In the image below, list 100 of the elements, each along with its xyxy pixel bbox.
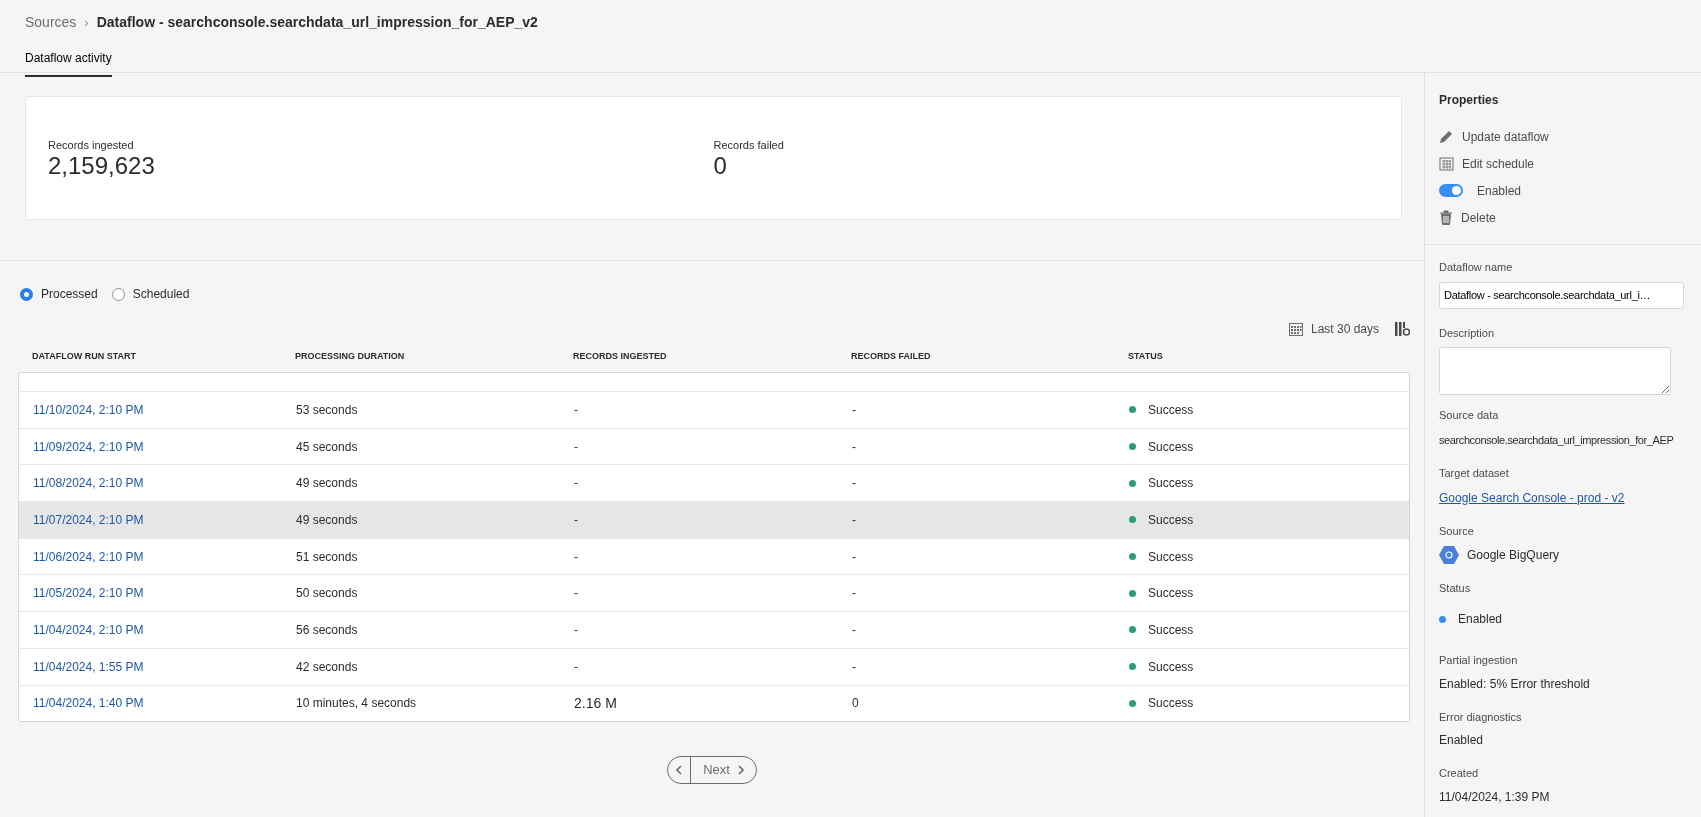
table-cell-text: 45 seconds bbox=[296, 438, 359, 456]
table-cell-text: - bbox=[574, 401, 579, 419]
toggle-label: Enabled bbox=[1477, 182, 1522, 200]
summary-value: 0 bbox=[713, 153, 728, 180]
table-cell-text: 2.16 M bbox=[574, 693, 618, 713]
action-button[interactable]: Update dataflow bbox=[1439, 123, 1549, 150]
field-value: Enabled bbox=[1439, 732, 1485, 749]
table-row[interactable]: 11/07/2024, 2:10 PM 49 seconds - - Success bbox=[19, 501, 1409, 538]
status-text: Success bbox=[1148, 475, 1194, 493]
status-text: Enabled bbox=[1458, 611, 1503, 628]
table-row[interactable]: 11/04/2024, 1:55 PM 42 seconds - - Success bbox=[19, 647, 1409, 685]
column-header[interactable]: RECORDS FAILED bbox=[851, 350, 1128, 364]
field-label: Created bbox=[1439, 766, 1480, 781]
table-cell-text: 0 bbox=[852, 695, 860, 713]
action-button[interactable]: Edit schedule bbox=[1439, 150, 1535, 177]
description-field[interactable] bbox=[1439, 347, 1671, 395]
table-cell-text: 56 seconds bbox=[296, 621, 359, 639]
page-title: Dataflow - searchconsole.searchdata_url_impression_for_AEP_v2 bbox=[96, 13, 538, 32]
table-row[interactable]: 11/09/2024, 2:10 PM 45 seconds - - Success bbox=[19, 427, 1409, 465]
name-field[interactable]: Dataflow - searchconsole.searchdata_url_i… bbox=[1439, 281, 1684, 309]
table-cell-text: - bbox=[852, 511, 857, 529]
calendar-icon bbox=[1288, 322, 1303, 336]
table-cell-text: - bbox=[574, 475, 579, 493]
table-row[interactable]: 11/05/2024, 2:10 PM 50 seconds - - Success bbox=[19, 574, 1409, 612]
table-cell-text: 10 minutes, 4 seconds bbox=[296, 695, 418, 713]
breadcrumb-link[interactable]: Sources bbox=[25, 12, 77, 33]
next-page-button[interactable]: Next bbox=[691, 757, 756, 784]
column-settings-icon[interactable] bbox=[1395, 322, 1410, 336]
radio-label[interactable]: Processed bbox=[41, 285, 98, 303]
dataset-link[interactable]: Google Search Console - prod - v2 bbox=[1439, 488, 1625, 507]
run-start-link[interactable]: 11/07/2024, 2:10 PM bbox=[19, 510, 296, 529]
status-text: Success bbox=[1148, 621, 1194, 639]
field-label: Partial ingestion bbox=[1439, 653, 1519, 668]
table-cell-text: 49 seconds bbox=[296, 511, 359, 529]
tab[interactable]: Dataflow activity bbox=[25, 39, 112, 77]
field-label: Source data bbox=[1439, 408, 1500, 423]
action-button[interactable]: Delete bbox=[1439, 204, 1496, 231]
status-text: Success bbox=[1148, 438, 1194, 456]
table-cell-text: - bbox=[852, 585, 857, 603]
run-start-link[interactable]: 11/09/2024, 2:10 PM bbox=[19, 437, 296, 456]
table-cell-text: 51 seconds bbox=[296, 548, 359, 566]
chevron-left-icon bbox=[676, 765, 683, 776]
table-cell-text: - bbox=[852, 438, 857, 456]
chevron-right-icon bbox=[737, 765, 744, 776]
status-text: Success bbox=[1148, 585, 1194, 603]
field-value: searchconsole.searchdata_url_impression_for_AEP bbox=[1439, 432, 1674, 448]
summary-label: Records ingested bbox=[48, 137, 135, 153]
field-label: Error diagnostics bbox=[1439, 709, 1523, 725]
status-text: Success bbox=[1148, 401, 1194, 419]
run-start-link[interactable]: 11/04/2024, 1:55 PM bbox=[19, 657, 296, 676]
table-cell-text: - bbox=[852, 621, 857, 639]
status-text: Success bbox=[1148, 658, 1194, 676]
date-range-button[interactable]: Last 30 days bbox=[1310, 320, 1379, 338]
table-cell-text: - bbox=[574, 511, 579, 529]
table-cell-text: - bbox=[574, 438, 579, 456]
field-label: Description bbox=[1439, 325, 1496, 341]
table-cell-text: - bbox=[574, 585, 579, 603]
run-start-link[interactable]: 11/08/2024, 2:10 PM bbox=[19, 474, 296, 493]
field-value: 11/04/2024, 1:39 PM bbox=[1439, 788, 1551, 806]
column-header[interactable]: RECORDS INGESTED bbox=[573, 350, 851, 364]
column-header[interactable]: DATAFLOW RUN START bbox=[18, 350, 295, 364]
field-value: Enabled: 5% Error threshold bbox=[1439, 675, 1591, 693]
field-label: Status bbox=[1439, 580, 1472, 596]
breadcrumb-separator: › bbox=[84, 13, 89, 32]
radio-label[interactable]: Scheduled bbox=[132, 285, 190, 303]
table-cell-text: 49 seconds bbox=[296, 475, 359, 493]
table-cell-text: 53 seconds bbox=[296, 401, 359, 419]
run-start-link[interactable]: 11/04/2024, 2:10 PM bbox=[19, 620, 296, 639]
table-row[interactable]: 11/04/2024, 1:40 PM 10 minutes, 4 seconds 2.16 M 0 Success bbox=[19, 684, 1409, 722]
status-text: Success bbox=[1148, 511, 1194, 529]
table-cell-text: - bbox=[852, 658, 857, 676]
radio-button[interactable] bbox=[20, 287, 33, 301]
radio-button[interactable] bbox=[111, 287, 125, 301]
column-header[interactable]: STATUS bbox=[1128, 350, 1410, 364]
table-row[interactable]: 11/10/2024, 2:10 PM 53 seconds - - Success bbox=[19, 391, 1409, 428]
table-cell-text: - bbox=[852, 401, 857, 419]
field-label: Source bbox=[1439, 524, 1475, 539]
table-row[interactable]: 11/06/2024, 2:10 PM 51 seconds - - Success bbox=[19, 537, 1409, 575]
field-label: Target dataset bbox=[1439, 466, 1510, 481]
run-start-link[interactable]: 11/10/2024, 2:10 PM bbox=[19, 400, 296, 419]
calendar-icon bbox=[1439, 156, 1454, 171]
status-text: Success bbox=[1148, 695, 1194, 713]
run-start-link[interactable]: 11/06/2024, 2:10 PM bbox=[19, 547, 296, 566]
hexagon-icon bbox=[1439, 545, 1459, 564]
table-row[interactable]: 11/04/2024, 2:10 PM 56 seconds - - Success bbox=[19, 611, 1409, 648]
table-cell-text: - bbox=[852, 475, 857, 493]
run-start-link[interactable]: 11/05/2024, 2:10 PM bbox=[19, 584, 296, 603]
summary-label: Records failed bbox=[713, 137, 785, 153]
run-start-link[interactable]: 11/04/2024, 1:40 PM bbox=[19, 694, 296, 713]
table-cell-text: - bbox=[574, 658, 579, 676]
table-cell-text: - bbox=[574, 621, 579, 639]
column-header[interactable]: PROCESSING DURATION bbox=[295, 350, 573, 364]
field-label: Dataflow name bbox=[1439, 260, 1514, 275]
trash-icon bbox=[1439, 210, 1453, 225]
panel-title: Properties bbox=[1439, 92, 1500, 109]
status-text: Success bbox=[1148, 548, 1194, 566]
toggle-switch[interactable] bbox=[1439, 184, 1463, 197]
table-cell-text: 42 seconds bbox=[296, 658, 359, 676]
table-cell-text: 50 seconds bbox=[296, 585, 359, 603]
pencil-icon bbox=[1439, 129, 1454, 144]
